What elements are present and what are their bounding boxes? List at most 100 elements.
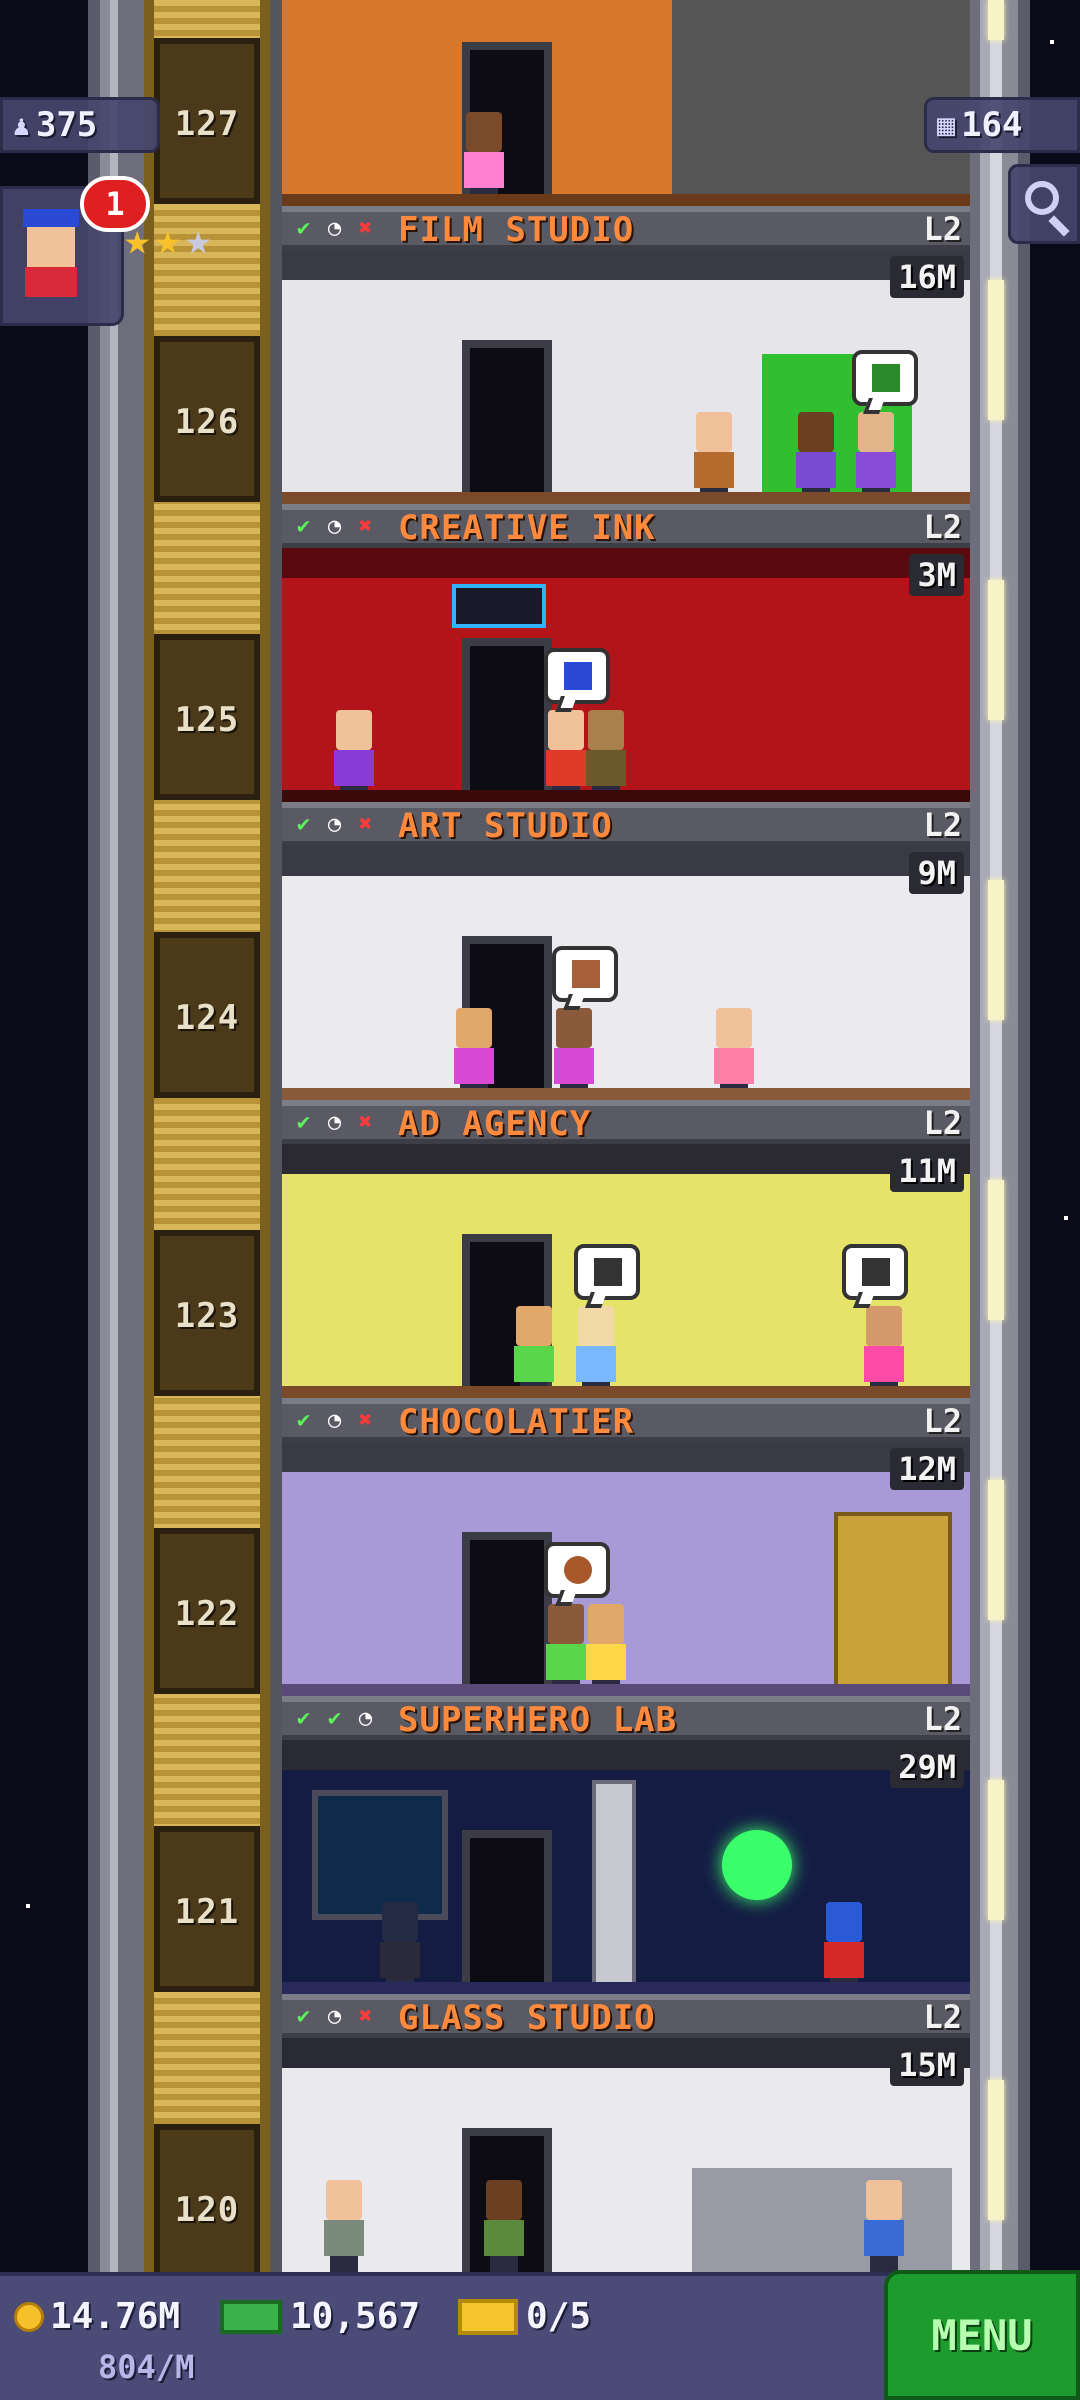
tower-light	[988, 580, 1004, 720]
income-tag: 11M	[890, 1150, 964, 1192]
cross-icon: ✖	[358, 2004, 373, 2029]
request-bubble[interactable]	[842, 1244, 908, 1300]
worker[interactable]	[482, 2180, 526, 2272]
worker[interactable]	[544, 1604, 588, 1696]
check-icon: ✔	[296, 812, 311, 837]
coins-display[interactable]: 14.76M	[14, 2296, 180, 2337]
floor-glass-studio[interactable]: 29M ✔ ◔ ✖ GLASS STUDIO L2	[282, 1740, 970, 2039]
elevator-stop-127[interactable]: 127	[154, 38, 260, 204]
floor-label-bar[interactable]: ✔ ◔ ✖ GLASS STUDIO L2	[282, 1994, 970, 2039]
elevator-stop-124[interactable]: 124	[154, 932, 260, 1098]
tickets-display[interactable]: 0/5	[458, 2296, 591, 2337]
building-icon: ▦	[937, 107, 956, 143]
worker[interactable]	[552, 1008, 596, 1100]
worker[interactable]	[322, 2180, 366, 2272]
worker[interactable]	[584, 1604, 628, 1696]
worker[interactable]	[462, 112, 506, 204]
worker[interactable]	[692, 412, 736, 504]
floor-label-bar[interactable]: ✔ ◔ ✖ CREATIVE INK L2	[282, 504, 970, 549]
floor-art-studio[interactable]: 3M ✔ ◔ ✖ ART STUDIO L2	[282, 548, 970, 847]
bux-display[interactable]: 10,567	[220, 2296, 420, 2337]
glass-shelf	[692, 2168, 952, 2272]
worker[interactable]	[332, 710, 376, 802]
room-scene[interactable]: 9M	[282, 846, 970, 1100]
ticket-icon	[458, 2298, 518, 2335]
request-bubble[interactable]	[552, 946, 618, 1002]
floor-chocolatier[interactable]: 11M ✔ ◔ ✖ CHOCOLATIER L2	[282, 1144, 970, 1443]
tower-light	[988, 1480, 1004, 1620]
business-name: GLASS STUDIO	[398, 1998, 656, 2038]
bux-value: 10,567	[290, 2296, 421, 2337]
worker[interactable]	[862, 1306, 906, 1398]
status-icons: ✔ ◔ ✖	[290, 1407, 379, 1434]
menu-button[interactable]: MENU	[884, 2270, 1080, 2400]
elevator-stop-121[interactable]: 121	[154, 1826, 260, 1992]
room-scene[interactable]	[282, 0, 970, 206]
room-floor	[282, 1684, 970, 1696]
worker[interactable]	[512, 1306, 556, 1398]
worker[interactable]	[584, 710, 628, 802]
floor-label-bar[interactable]: ✔ ◔ ✖ FILM STUDIO L2	[282, 206, 970, 251]
elevator-stop-123[interactable]: 123	[154, 1230, 260, 1396]
room-scene[interactable]: 3M	[282, 548, 970, 802]
elevator-stop-120[interactable]: 120	[154, 2124, 260, 2290]
floor-label-bar[interactable]: ✔ ◔ ✖ CHOCOLATIER L2	[282, 1398, 970, 1443]
worker[interactable]	[854, 412, 898, 504]
floor-creative-ink[interactable]: 16M ✔ ◔ ✖ CREATIVE INK L2	[282, 250, 970, 549]
floor-label-bar[interactable]: ✔ ◔ ✖ ART STUDIO L2	[282, 802, 970, 847]
worker[interactable]	[452, 1008, 496, 1100]
floor-label-bar[interactable]: ✔ ◔ ✖ AD AGENCY L2	[282, 1100, 970, 1145]
check-icon: ✔	[327, 1706, 342, 1731]
worker[interactable]	[794, 412, 838, 504]
business-name: FILM STUDIO	[398, 210, 635, 250]
elevator-stop-125[interactable]: 125	[154, 634, 260, 800]
request-bubble[interactable]	[544, 1542, 610, 1598]
room-scene[interactable]: 15M	[282, 2038, 970, 2272]
worker[interactable]	[544, 710, 588, 802]
room-scene[interactable]: 29M	[282, 1740, 970, 1994]
star-decoration	[26, 1904, 30, 1908]
worker[interactable]	[574, 1306, 618, 1398]
worker[interactable]	[822, 1902, 866, 1994]
clock-icon: ◔	[327, 514, 342, 539]
floor-superhero-lab[interactable]: 12M ✔ ✔ ◔ SUPERHERO LAB L2	[282, 1442, 970, 1741]
floor-120[interactable]: 15M	[282, 2038, 970, 2272]
hero-display	[312, 1790, 448, 1920]
floor-label-bar[interactable]: ✔ ✔ ◔ SUPERHERO LAB L2	[282, 1696, 970, 1741]
room-ceiling	[282, 1740, 970, 1770]
floors-counter[interactable]: ▦ 164	[924, 97, 1080, 153]
request-bubble[interactable]	[544, 648, 610, 704]
clock-icon: ◔	[327, 1110, 342, 1135]
elevator-stop-122[interactable]: 122	[154, 1528, 260, 1694]
star-filled-icon: ★	[154, 214, 182, 265]
room-ceiling	[282, 1442, 970, 1472]
cross-icon: ✖	[358, 216, 373, 241]
status-icons: ✔ ◔ ✖	[290, 215, 379, 242]
request-bubble[interactable]	[574, 1244, 640, 1300]
floor-ad-agency[interactable]: 9M ✔ ◔ ✖ AD AGENCY L2	[282, 846, 970, 1145]
business-level: L2	[923, 806, 962, 844]
room-scene[interactable]: 11M	[282, 1144, 970, 1398]
vip-star-rating: ★ ★ ★	[124, 218, 212, 262]
business-name: CHOCOLATIER	[398, 1402, 635, 1442]
bux-icon	[220, 2299, 282, 2334]
star-decoration	[1064, 1216, 1068, 1220]
floor-film-studio[interactable]: ✔ ◔ ✖ FILM STUDIO L2	[282, 0, 970, 251]
game-screen: 127 126 125 124 123 122 121 120 ✔ ◔ ✖ FI…	[0, 0, 1080, 2400]
room-floor	[282, 790, 970, 802]
room-scene[interactable]: 16M	[282, 250, 970, 504]
check-icon: ✔	[296, 216, 311, 241]
room-ceiling	[282, 250, 970, 280]
business-name: AD AGENCY	[398, 1104, 592, 1144]
worker[interactable]	[378, 1902, 422, 1994]
check-icon: ✔	[296, 2004, 311, 2029]
room-scene[interactable]: 12M	[282, 1442, 970, 1696]
search-icon	[1025, 181, 1059, 215]
search-button[interactable]	[1008, 164, 1080, 244]
worker[interactable]	[862, 2180, 906, 2272]
population-counter[interactable]: ♟ 375	[0, 97, 160, 153]
shaft-rail	[270, 0, 282, 2272]
request-bubble[interactable]	[852, 350, 918, 406]
elevator-stop-126[interactable]: 126	[154, 336, 260, 502]
worker[interactable]	[712, 1008, 756, 1100]
